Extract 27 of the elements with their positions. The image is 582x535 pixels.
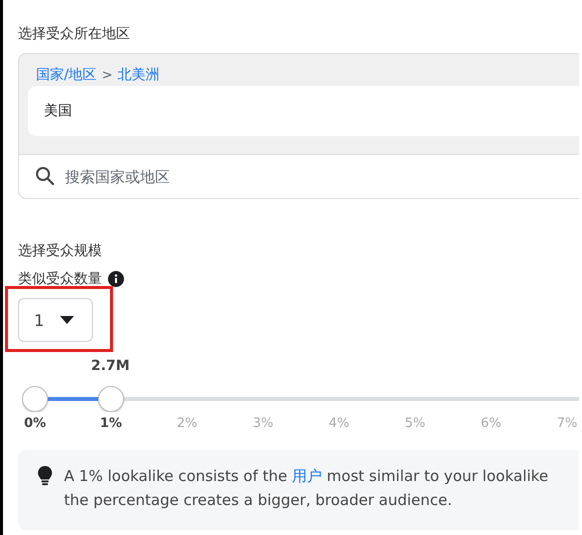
audience-size-reading: 2.7M bbox=[91, 358, 130, 374]
breadcrumb-link[interactable]: 国家/地区 bbox=[36, 66, 97, 84]
tick-label: 0% bbox=[22, 416, 48, 431]
info-icon[interactable] bbox=[108, 271, 124, 287]
tick-label: 2% bbox=[176, 416, 198, 431]
section-title: 选择受众所在地区 bbox=[18, 25, 131, 44]
range-slider[interactable] bbox=[22, 386, 579, 412]
tip-text: A 1% lookalike consists of the 用户 most similar to your lookalike the percentage creates a bigger, broader audience. bbox=[64, 466, 548, 511]
breadcrumb-link[interactable]: 北美洲 bbox=[118, 66, 160, 84]
breadcrumb-separator: > bbox=[102, 68, 113, 82]
selected-location: 美国 bbox=[28, 86, 579, 136]
tick-label: 5% bbox=[404, 416, 426, 431]
slider-handle[interactable] bbox=[98, 386, 124, 412]
search-icon bbox=[35, 166, 55, 186]
caret-icon bbox=[60, 316, 74, 324]
tick-label: 3% bbox=[252, 416, 274, 431]
users-link[interactable]: 用户 bbox=[292, 467, 322, 485]
lightbulb-icon bbox=[38, 466, 52, 486]
tick-label: 7% bbox=[556, 416, 578, 431]
field-label: 类似受众数量 bbox=[18, 270, 102, 288]
count-dropdown[interactable]: 1 bbox=[18, 298, 93, 342]
tick-label: 4% bbox=[328, 416, 350, 431]
search-field[interactable]: 搜索国家或地区 bbox=[19, 154, 579, 198]
tick-label: 1% bbox=[98, 416, 124, 431]
tick-label: 6% bbox=[480, 416, 502, 431]
slider-handle[interactable] bbox=[22, 386, 48, 412]
section-title: 选择受众规模 bbox=[18, 242, 103, 261]
